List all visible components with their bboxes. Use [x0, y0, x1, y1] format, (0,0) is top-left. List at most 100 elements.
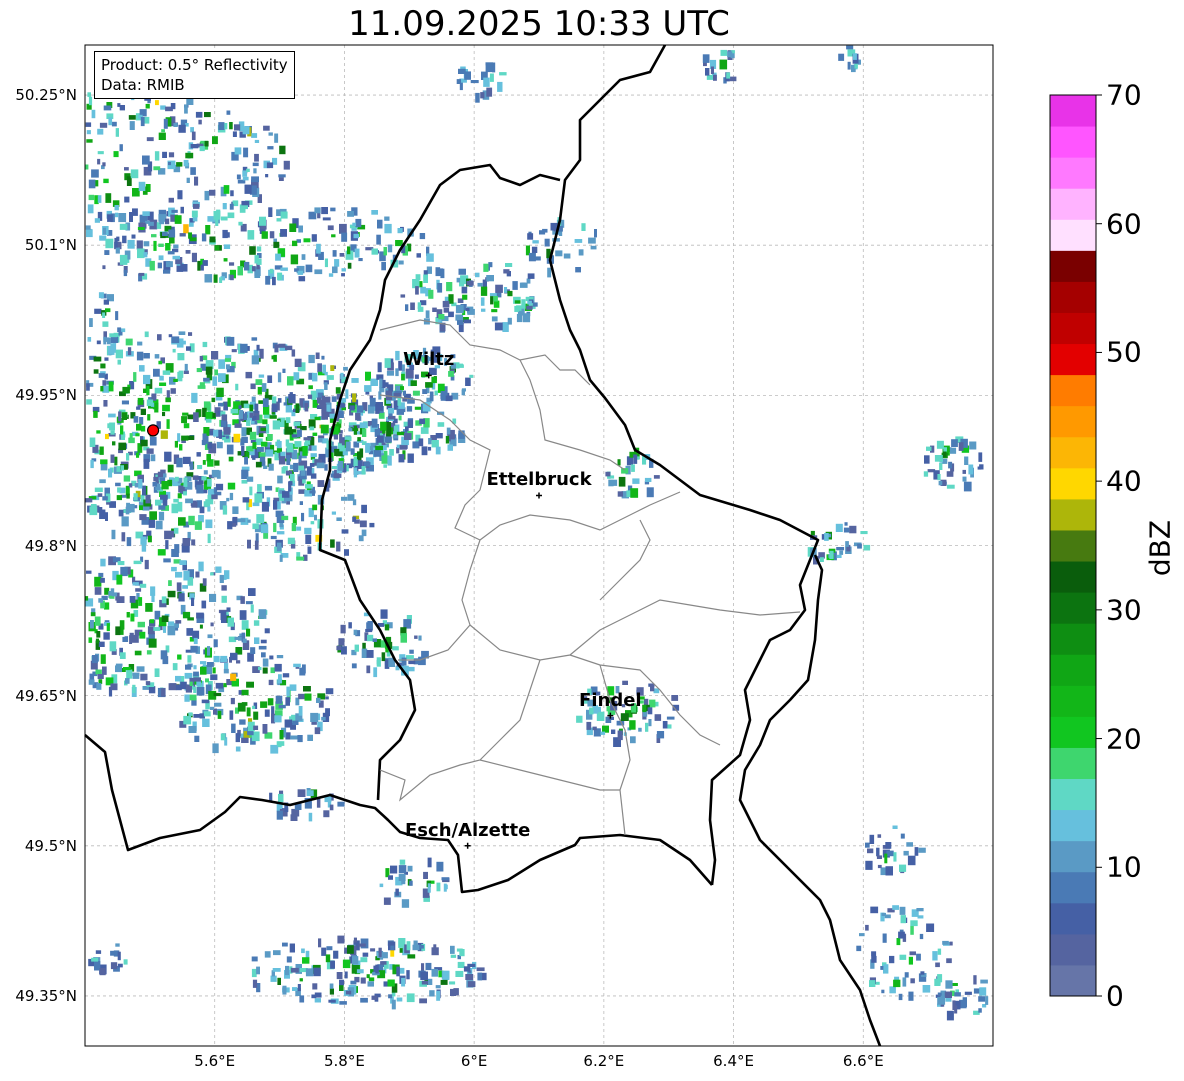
echo-cell — [329, 988, 334, 995]
echo-cell — [90, 459, 94, 469]
echo-cell — [191, 539, 196, 546]
echo-cell — [146, 650, 152, 655]
echo-cell — [274, 715, 282, 723]
echo-cell — [177, 501, 183, 512]
echo-cell — [379, 378, 383, 388]
echo-cell — [428, 289, 434, 299]
echo-cell — [145, 603, 153, 612]
echo-cell — [177, 433, 181, 442]
echo-cell — [178, 124, 186, 133]
echo-cell — [89, 506, 98, 516]
echo-cell — [229, 262, 235, 266]
echo-cell — [202, 433, 207, 442]
lat-tick-label: 49.95°N — [15, 386, 77, 405]
echo-cell — [383, 897, 391, 905]
echo-cell — [339, 979, 345, 986]
echo-cell — [245, 371, 253, 379]
echo-cell — [916, 953, 921, 961]
echo-cell — [414, 374, 419, 379]
echo-cell — [969, 441, 977, 450]
echo-cell — [226, 607, 231, 612]
echo-cell — [302, 446, 308, 456]
echo-cell — [336, 972, 343, 980]
echo-cell — [206, 454, 211, 462]
echo-cell — [96, 340, 101, 345]
echo-cell — [880, 966, 884, 970]
echo-cell — [298, 276, 306, 282]
echo-cell — [247, 652, 254, 662]
echo-cell — [488, 262, 493, 268]
echo-cell — [310, 712, 319, 722]
echo-cell — [178, 517, 186, 526]
echo-cell — [948, 461, 953, 469]
echo-cell — [406, 406, 413, 412]
echo-cell — [218, 359, 226, 369]
lon-tick-label: 6.4°E — [713, 1052, 754, 1070]
echo-cell — [140, 673, 148, 681]
echo-cell — [433, 944, 437, 953]
echo-cell — [445, 435, 450, 444]
echo-cell — [406, 970, 410, 980]
echo-cell — [954, 992, 961, 997]
echo-cell — [307, 546, 312, 554]
echo-cell — [200, 661, 207, 665]
echo-cell — [389, 449, 394, 456]
echo-cell — [318, 938, 322, 948]
echo-cell — [356, 405, 364, 413]
echo-cell — [305, 968, 314, 977]
echo-cell — [620, 713, 629, 721]
echo-cell — [404, 433, 412, 440]
echo-cell — [459, 949, 465, 957]
echo-cell — [220, 655, 228, 663]
echo-cell — [232, 506, 239, 514]
echo-cell — [86, 399, 92, 405]
echo-cell — [146, 137, 154, 142]
echo-cell — [293, 372, 300, 381]
echo-cell — [218, 122, 225, 130]
echo-cell — [106, 623, 110, 632]
echo-cell — [416, 253, 421, 258]
echo-cell — [423, 274, 428, 283]
echo-cell — [103, 299, 109, 305]
echo-cell — [308, 354, 315, 364]
echo-cell — [945, 980, 953, 989]
echo-cell — [234, 124, 241, 131]
echo-cell — [898, 993, 903, 1001]
colorbar-tick-label: 60 — [1106, 207, 1142, 241]
echo-cell — [358, 258, 363, 262]
echo-cell — [136, 452, 140, 458]
echo-cell — [123, 475, 131, 482]
echo-cell — [476, 967, 485, 972]
echo-cell — [252, 442, 257, 449]
echo-cell — [937, 992, 942, 996]
echo-cell — [277, 372, 282, 383]
echo-cell — [150, 454, 156, 462]
echo-cell — [361, 504, 367, 514]
echo-cell — [375, 445, 383, 451]
echo-cell — [251, 176, 259, 183]
echo-cell — [308, 385, 313, 390]
echo-cell — [256, 246, 262, 252]
echo-cell — [132, 188, 140, 197]
echo-cell — [367, 634, 374, 642]
echo-cell — [356, 969, 364, 974]
echo-cell — [276, 542, 282, 552]
echo-cell — [857, 543, 862, 549]
echo-cell — [119, 144, 123, 152]
echo-cell — [923, 471, 929, 477]
echo-cell — [398, 260, 404, 265]
echo-cell — [377, 362, 382, 373]
echo-cell — [276, 741, 285, 746]
colorbar-segment — [1050, 188, 1096, 220]
echo-cell — [463, 319, 471, 324]
echo-cell — [653, 475, 660, 479]
echo-cell — [414, 635, 418, 639]
echo-cell — [299, 667, 306, 676]
echo-cell — [267, 375, 273, 383]
echo-cell — [97, 128, 104, 135]
echo-cell — [362, 952, 369, 957]
echo-cell — [369, 397, 376, 407]
echo-cell — [162, 404, 170, 412]
echo-cell — [415, 286, 419, 295]
echo-cell — [269, 415, 277, 419]
